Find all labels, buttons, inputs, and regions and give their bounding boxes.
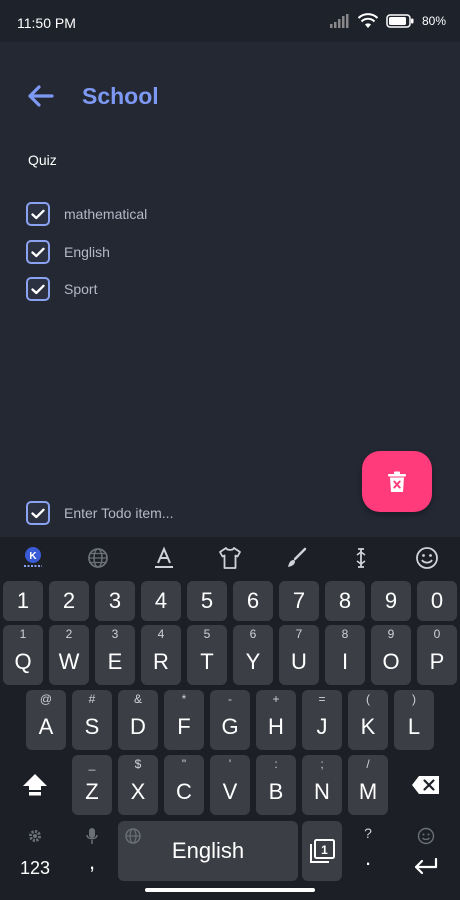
key-w[interactable]: 2W bbox=[49, 625, 89, 685]
keyboard-toolbar: K bbox=[0, 537, 460, 579]
mic-icon bbox=[86, 828, 98, 844]
check-icon bbox=[31, 508, 45, 518]
emoji-icon[interactable] bbox=[414, 545, 440, 571]
key-h[interactable]: + H bbox=[256, 690, 296, 750]
key-9[interactable]: 9 bbox=[371, 581, 411, 621]
todo-label: Sport bbox=[64, 281, 98, 297]
keyboard: K 1 2 3 4 5 6 7 8 9 0 1Q 2W 3E 4R 5T 6Y … bbox=[0, 537, 460, 900]
key-8[interactable]: 8 bbox=[325, 581, 365, 621]
key-s[interactable]: # S bbox=[72, 690, 112, 750]
key-z[interactable]: _ Z bbox=[72, 755, 112, 815]
theme-shirt-icon[interactable] bbox=[217, 545, 243, 571]
status-time: 11:50 PM bbox=[17, 15, 76, 31]
back-button[interactable] bbox=[24, 82, 58, 110]
check-icon bbox=[31, 247, 45, 257]
signal-icon bbox=[329, 14, 349, 28]
key-t[interactable]: 5T bbox=[187, 625, 227, 685]
key-j[interactable]: = J bbox=[302, 690, 342, 750]
status-bar: 11:50 PM 80% bbox=[0, 0, 460, 42]
todo-item[interactable]: English bbox=[26, 240, 110, 264]
todo-item[interactable]: Sport bbox=[26, 277, 97, 301]
todo-input[interactable] bbox=[64, 505, 394, 521]
key-2[interactable]: 2 bbox=[49, 581, 89, 621]
key-i[interactable]: 8I bbox=[325, 625, 365, 685]
clipboard-key[interactable]: 1 bbox=[302, 821, 342, 881]
trash-icon bbox=[388, 471, 406, 492]
key-x[interactable]: $ X bbox=[118, 755, 158, 815]
new-todo-checkbox[interactable] bbox=[26, 501, 50, 525]
settings-icon bbox=[29, 830, 41, 842]
symbols-key[interactable]: 123 bbox=[3, 821, 67, 881]
shift-key[interactable] bbox=[3, 755, 67, 815]
backspace-icon bbox=[412, 776, 439, 794]
key-k[interactable]: (K bbox=[348, 690, 388, 750]
todo-label: English bbox=[64, 244, 110, 260]
period-key[interactable]: ? . bbox=[348, 821, 388, 881]
key-1[interactable]: 1 bbox=[3, 581, 43, 621]
backspace-key[interactable] bbox=[394, 755, 458, 815]
enter-key[interactable] bbox=[394, 821, 458, 881]
shift-icon bbox=[23, 774, 47, 796]
key-u[interactable]: 7U bbox=[279, 625, 319, 685]
key-g[interactable]: -G bbox=[210, 690, 250, 750]
svg-text:1: 1 bbox=[321, 843, 328, 857]
key-c[interactable]: " C bbox=[164, 755, 204, 815]
check-icon bbox=[31, 284, 45, 294]
todo-item[interactable]: mathematical bbox=[26, 202, 147, 226]
app-bar: School bbox=[0, 42, 460, 152]
clipboard-icon: 1 bbox=[310, 839, 335, 863]
todo-label: mathematical bbox=[64, 206, 148, 222]
todo-checkbox[interactable] bbox=[26, 202, 50, 226]
todo-checkbox[interactable] bbox=[26, 277, 50, 301]
key-6[interactable]: 6 bbox=[233, 581, 273, 621]
return-icon bbox=[414, 857, 438, 875]
home-indicator[interactable] bbox=[145, 888, 315, 892]
key-a[interactable]: @ A bbox=[26, 690, 66, 750]
key-m[interactable]: / M bbox=[348, 755, 388, 815]
brush-icon[interactable] bbox=[283, 545, 309, 571]
key-0[interactable]: 0 bbox=[417, 581, 457, 621]
arrow-left-icon bbox=[28, 85, 54, 107]
key-d[interactable]: & D bbox=[118, 690, 158, 750]
key-o[interactable]: 9O bbox=[371, 625, 411, 685]
key-b[interactable]: :B bbox=[256, 755, 296, 815]
key-n[interactable]: ; N bbox=[302, 755, 342, 815]
key-v[interactable]: ' V bbox=[210, 755, 250, 815]
key-3[interactable]: 3 bbox=[95, 581, 135, 621]
section-title: Quiz bbox=[28, 152, 57, 168]
cursor-move-icon[interactable] bbox=[348, 545, 374, 571]
check-icon bbox=[31, 209, 45, 219]
key-e[interactable]: 3E bbox=[95, 625, 135, 685]
todo-checkbox[interactable] bbox=[26, 240, 50, 264]
battery-icon bbox=[386, 14, 414, 28]
key-y[interactable]: 6Y bbox=[233, 625, 273, 685]
text-format-icon[interactable] bbox=[151, 545, 177, 571]
svg-text:K: K bbox=[29, 551, 37, 562]
key-r[interactable]: 4R bbox=[141, 625, 181, 685]
battery-level: 80% bbox=[421, 14, 446, 28]
emoji-icon bbox=[417, 827, 435, 845]
keyboard-logo-icon[interactable]: K bbox=[20, 545, 46, 571]
key-4[interactable]: 4 bbox=[141, 581, 181, 621]
page-title: School bbox=[82, 83, 159, 109]
new-todo-row bbox=[26, 501, 394, 525]
key-7[interactable]: 7 bbox=[279, 581, 319, 621]
wifi-icon bbox=[357, 13, 378, 28]
key-p[interactable]: 0P bbox=[417, 625, 457, 685]
key-f[interactable]: * F bbox=[164, 690, 204, 750]
comma-key[interactable]: , bbox=[72, 821, 112, 881]
key-q[interactable]: 1Q bbox=[3, 625, 43, 685]
key-5[interactable]: 5 bbox=[187, 581, 227, 621]
space-key[interactable]: English bbox=[118, 821, 298, 881]
key-l[interactable]: ) L bbox=[394, 690, 434, 750]
globe-icon bbox=[125, 828, 141, 844]
globe-icon[interactable] bbox=[85, 545, 111, 571]
